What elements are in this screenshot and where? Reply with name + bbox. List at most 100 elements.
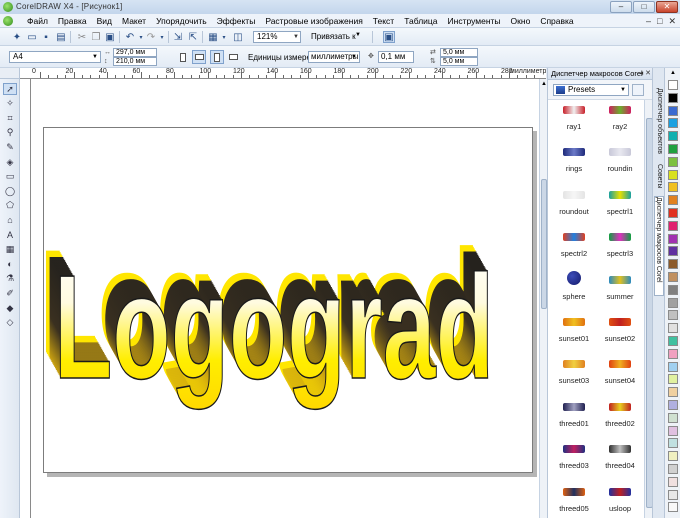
preset-item[interactable]: usloop: [596, 486, 644, 518]
table-tool-icon[interactable]: ▦: [3, 244, 17, 256]
color-swatch[interactable]: [668, 348, 678, 359]
open-icon[interactable]: ▭: [26, 31, 38, 43]
basic-shapes-tool-icon[interactable]: ⌂: [3, 214, 17, 226]
color-swatch[interactable]: [668, 502, 678, 513]
paste-icon[interactable]: ▣: [104, 31, 116, 43]
menu-item[interactable]: Вид: [92, 16, 117, 26]
menu-item[interactable]: Растровые изображения: [260, 16, 367, 26]
tab-macro-manager[interactable]: Диспетчер макросов Corel: [654, 196, 664, 296]
color-swatch[interactable]: [668, 400, 678, 410]
preset-item[interactable]: threed02: [596, 401, 644, 441]
color-swatch[interactable]: [668, 272, 678, 282]
preset-item[interactable]: sunset04: [596, 358, 644, 398]
menu-item[interactable]: Правка: [53, 16, 92, 26]
preset-item[interactable]: sphere: [550, 270, 598, 314]
color-swatch[interactable]: [668, 144, 678, 154]
ruler-origin[interactable]: [0, 68, 20, 79]
preset-item[interactable]: ray1: [550, 104, 598, 144]
import-icon[interactable]: ⇲: [172, 31, 184, 43]
zoom-tool-icon[interactable]: ⚲: [3, 127, 17, 139]
horizontal-ruler[interactable]: миллиметры 0 20 40 60 80 100 120 140 160 180 200 22…: [20, 68, 546, 79]
menu-item[interactable]: Файл: [22, 16, 53, 26]
color-swatch[interactable]: [668, 131, 678, 142]
preset-item[interactable]: spectrl3: [596, 231, 644, 271]
vertical-ruler[interactable]: [20, 79, 31, 518]
crop-tool-icon[interactable]: ⌗: [3, 112, 17, 124]
duplicate-distance-y-field[interactable]: 5,0 мм: [440, 57, 478, 66]
freehand-tool-icon[interactable]: ✎: [3, 141, 17, 153]
color-swatch[interactable]: [668, 438, 678, 449]
document-icon[interactable]: [3, 16, 13, 26]
color-swatch[interactable]: [668, 476, 678, 487]
color-swatch[interactable]: [668, 374, 678, 385]
minimize-button[interactable]: –: [610, 1, 632, 13]
pick-tool-icon[interactable]: ➚: [3, 83, 17, 95]
color-swatch[interactable]: [668, 220, 678, 231]
landscape-button[interactable]: [192, 50, 206, 64]
options-icon[interactable]: ▣: [383, 31, 395, 43]
maximize-button[interactable]: □: [633, 1, 655, 13]
color-swatch[interactable]: [668, 464, 678, 474]
color-swatch[interactable]: [668, 208, 678, 218]
color-swatch[interactable]: [668, 297, 678, 308]
logograd-artwork[interactable]: LogogradLogogradLogogradLogogradLogograd…: [40, 128, 532, 472]
tab-hints[interactable]: Советы: [654, 164, 664, 192]
preset-item[interactable]: threed01: [550, 401, 598, 441]
close-button[interactable]: ✕: [656, 1, 678, 13]
drawing-canvas[interactable]: Logograd Logograd Logograd Logograd Logograd…: [31, 79, 539, 518]
export-icon[interactable]: ⇱: [187, 31, 199, 43]
preset-item[interactable]: roundout: [550, 189, 598, 229]
color-swatch[interactable]: [668, 195, 678, 206]
preset-select[interactable]: Presets ▼: [553, 84, 629, 96]
preset-item[interactable]: threed04: [596, 443, 644, 483]
preset-item[interactable]: summer: [596, 274, 644, 314]
welcome-screen-icon[interactable]: ◫: [232, 31, 244, 43]
redo-list-chevron-icon[interactable]: ▾: [156, 31, 168, 43]
save-icon[interactable]: ▪: [40, 31, 52, 43]
chevron-down-icon[interactable]: ▼: [355, 32, 361, 38]
outline-tool-icon[interactable]: ✐: [3, 287, 17, 299]
interactive-fill-tool-icon[interactable]: ◇: [3, 317, 17, 329]
color-swatch[interactable]: [668, 246, 678, 257]
color-swatch[interactable]: [668, 323, 678, 334]
ellipse-tool-icon[interactable]: ◯: [3, 185, 17, 197]
rectangle-tool-icon[interactable]: ▭: [3, 171, 17, 183]
color-swatch[interactable]: [668, 489, 678, 500]
menu-item[interactable]: Таблица: [399, 16, 442, 26]
all-pages-button[interactable]: [210, 50, 224, 64]
eyedropper-tool-icon[interactable]: ⚗: [3, 273, 17, 285]
color-swatch[interactable]: [668, 105, 678, 116]
new-document-icon[interactable]: ✦: [11, 31, 23, 43]
menu-item[interactable]: Справка: [535, 16, 578, 26]
color-swatch[interactable]: [668, 259, 678, 270]
preset-item[interactable]: sunset01: [550, 316, 598, 356]
preset-item[interactable]: spectrl2: [550, 231, 598, 271]
color-swatch[interactable]: [668, 361, 678, 372]
preset-item[interactable]: spectrl1: [596, 189, 644, 229]
launcher-chevron-icon[interactable]: ▾: [218, 31, 230, 43]
nudge-distance-field[interactable]: 0,1 мм: [378, 51, 414, 63]
docker-close-icon[interactable]: ◂ ✕: [640, 68, 651, 79]
doc-minimize-button[interactable]: –: [646, 16, 651, 26]
color-swatch[interactable]: [668, 156, 678, 167]
palette-scroll-up-icon[interactable]: ▲: [665, 70, 680, 76]
fill-tool-icon[interactable]: ◆: [3, 302, 17, 314]
doc-close-button[interactable]: ✕: [668, 16, 676, 26]
color-swatch[interactable]: [668, 336, 678, 346]
color-swatch[interactable]: [668, 118, 678, 129]
duplicate-distance-x-field[interactable]: 5,0 мм: [440, 48, 478, 57]
text-tool-icon[interactable]: A: [3, 229, 17, 241]
color-swatch[interactable]: [668, 425, 678, 436]
color-swatch[interactable]: [668, 182, 678, 193]
units-select[interactable]: миллиметры ▼: [308, 51, 360, 63]
zoom-level-select[interactable]: 121% ▼: [253, 31, 301, 43]
preset-item[interactable]: sunset02: [596, 316, 644, 356]
menu-item[interactable]: Окно: [506, 16, 536, 26]
paper-size-select[interactable]: A4 ▼: [9, 51, 101, 63]
page-width-field[interactable]: 297,0 мм: [113, 48, 157, 57]
document-page[interactable]: Logograd Logograd Logograd Logograd Logograd…: [40, 127, 533, 473]
portrait-button[interactable]: [176, 50, 190, 64]
page-height-field[interactable]: 210,0 мм: [113, 57, 157, 66]
preset-item[interactable]: roundin: [596, 146, 644, 186]
preset-item[interactable]: sunset03: [550, 358, 598, 398]
